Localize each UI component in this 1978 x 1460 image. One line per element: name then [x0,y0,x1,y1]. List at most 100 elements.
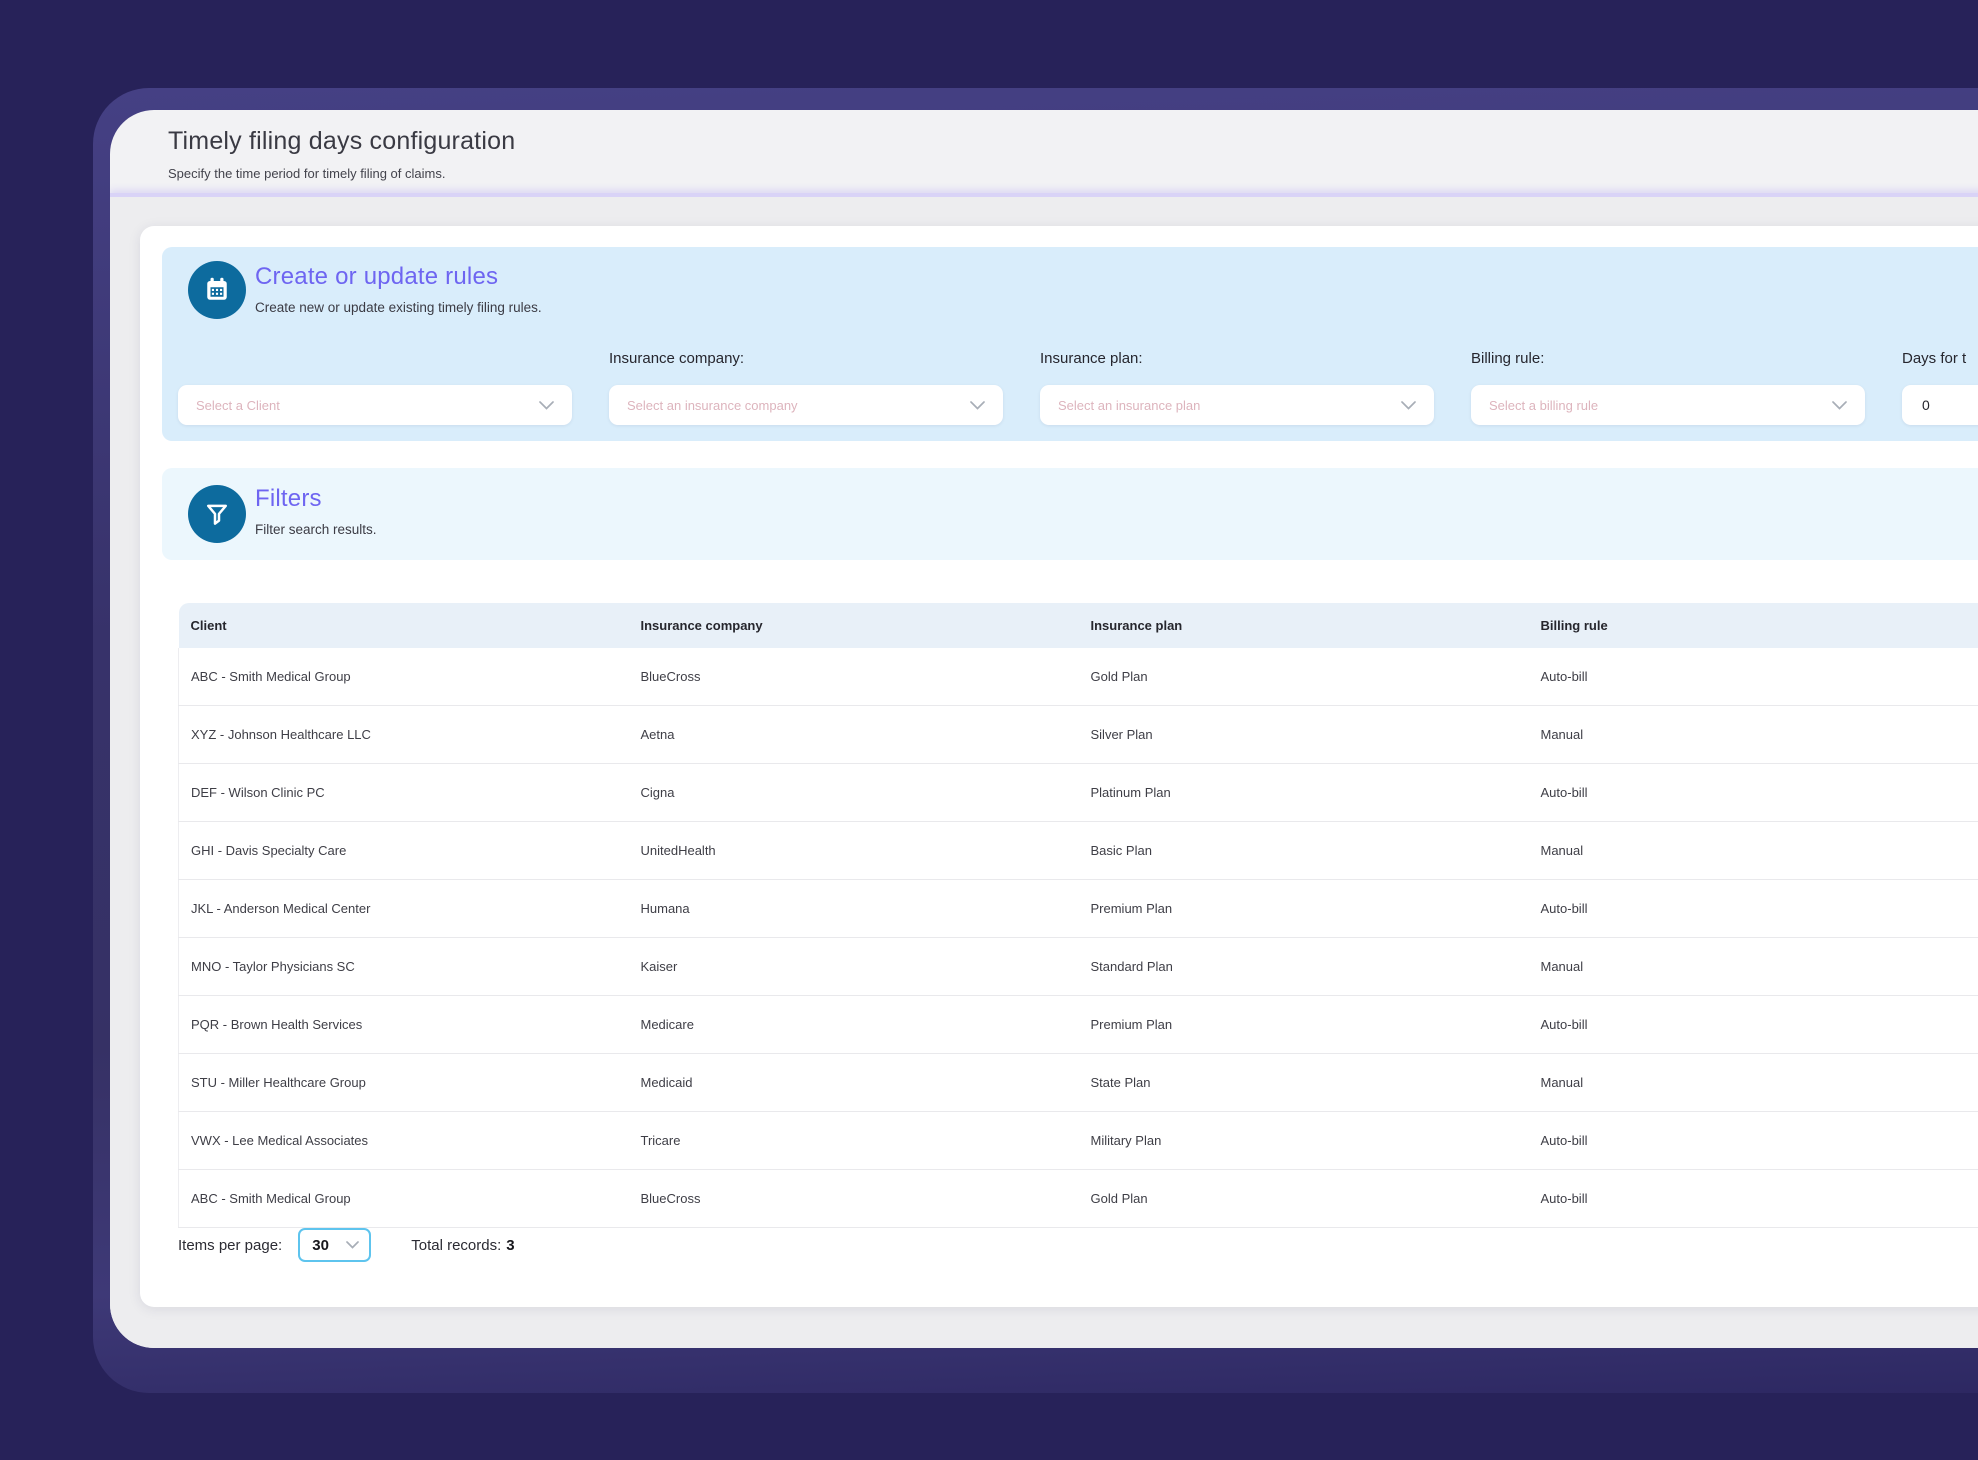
items-per-page-label: Items per page: [178,1236,283,1254]
table-cell: GHI - Davis Specialty Care [178,821,641,880]
table-cell: Premium Plan [1090,995,1541,1054]
table-row: ABC - Smith Medical Group BlueCross Gold P… [178,1169,1978,1228]
table-row: XYZ - Johnson Healthcare LLC Aetna Silver … [178,705,1978,764]
insurance-plan-label: Insurance plan: [1040,350,1143,367]
table-cell: Humana [640,879,1091,938]
table-cell: Manual [1540,821,1978,880]
funnel-icon [188,485,246,543]
client-field-label [178,349,572,369]
table-cell: ABC - Smith Medical Group [178,648,641,706]
table-cell: Aetna [640,705,1091,764]
table-cell: DEF - Wilson Clinic PC [178,763,641,822]
column-header-billing-rule: Billing rule [1540,603,1978,648]
table-cell: Auto-bill [1540,879,1978,938]
table-cell: BlueCross [640,648,1091,706]
table-cell: UnitedHealth [640,821,1091,880]
table-cell: Auto-bill [1540,648,1978,706]
table-cell: State Plan [1090,1053,1541,1112]
pagination-bar: Items per page: 30 Total records: 3 [178,1227,515,1263]
table-cell: ABC - Smith Medical Group [178,1169,641,1228]
total-records-value: 3 [506,1236,515,1254]
app-window: Timely filing days configuration Specify… [110,110,1978,1348]
items-per-page-select[interactable]: 30 [298,1228,372,1262]
chevron-down-icon [1401,400,1416,410]
rules-table: Client Insurance company Insurance plan … [178,603,1978,1228]
table-cell: Tricare [640,1111,1091,1170]
billing-rule-placeholder: Select a billing rule [1489,397,1599,413]
table-cell: Cigna [640,763,1091,822]
billing-rule-field: Billing rule: Select a billing rule [1471,349,1865,425]
chevron-down-icon [539,400,554,410]
insurance-plan-select[interactable]: Select an insurance plan [1040,385,1434,425]
filters-title: Filters [255,485,322,512]
table-row: GHI - Davis Specialty Care UnitedHealth Ba… [178,821,1978,880]
table-cell: Standard Plan [1090,937,1541,996]
insurance-company-field: Insurance company: Select an insurance c… [609,349,1003,425]
table-row: STU - Miller Healthcare Group Medicaid Sta… [178,1053,1978,1112]
table-row: JKL - Anderson Medical Center Humana Premi… [178,879,1978,938]
table-cell: MNO - Taylor Physicians SC [178,937,641,996]
chevron-down-icon [1832,400,1847,410]
table-cell: XYZ - Johnson Healthcare LLC [178,705,641,764]
table-cell: Basic Plan [1090,821,1541,880]
items-per-page-value: 30 [312,1236,329,1254]
calendar-icon [188,261,246,319]
table-cell: Silver Plan [1090,705,1541,764]
chevron-down-icon [346,1241,360,1249]
page-body: Create or update rules Create new or upd… [110,197,1978,1348]
table-cell: Kaiser [640,937,1091,996]
days-field: Days for t 0 [1902,349,1978,425]
insurance-company-placeholder: Select an insurance company [627,397,798,413]
page-header: Timely filing days configuration Specify… [110,110,1978,193]
total-records-label: Total records: 3 [411,1236,515,1254]
table-cell: Manual [1540,937,1978,996]
table-cell: VWX - Lee Medical Associates [178,1111,641,1170]
table-cell: Medicaid [640,1053,1091,1112]
table-cell: Gold Plan [1090,1169,1541,1228]
create-rules-title: Create or update rules [255,263,499,290]
create-rules-panel: Create or update rules Create new or upd… [162,247,1978,441]
column-header-insurance-plan: Insurance plan [1090,603,1541,648]
table-cell: JKL - Anderson Medical Center [178,879,641,938]
table-cell: Premium Plan [1090,879,1541,938]
table-row: MNO - Taylor Physicians SC Kaiser Standard… [178,937,1978,996]
table-cell: Manual [1540,1053,1978,1112]
client-field: Select a Client [178,349,572,425]
table-cell: Manual [1540,705,1978,764]
table-cell: Auto-bill [1540,1111,1978,1170]
billing-rule-label: Billing rule: [1471,350,1545,367]
table-row: PQR - Brown Health Services Medicare Premi… [178,995,1978,1054]
column-header-insurance-company: Insurance company [640,603,1091,648]
days-input[interactable]: 0 [1902,385,1978,425]
table-cell: Gold Plan [1090,648,1541,706]
table-cell: Auto-bill [1540,763,1978,822]
table-cell: STU - Miller Healthcare Group [178,1053,641,1112]
table-cell: Auto-bill [1540,1169,1978,1228]
billing-rule-select[interactable]: Select a billing rule [1471,385,1865,425]
page-subtitle: Specify the time period for timely filin… [168,166,446,181]
filters-panel: Filters Filter search results. [162,468,1978,560]
page-title: Timely filing days configuration [168,127,516,155]
insurance-plan-placeholder: Select an insurance plan [1058,397,1201,413]
table-cell: BlueCross [640,1169,1091,1228]
filters-subtitle: Filter search results. [255,522,377,537]
column-header-client: Client [178,603,641,648]
table-body: ABC - Smith Medical Group BlueCross Gold P… [178,648,1978,1228]
client-select-placeholder: Select a Client [196,397,280,413]
client-select[interactable]: Select a Client [178,385,572,425]
table-header-row: Client Insurance company Insurance plan … [178,603,1978,648]
insurance-plan-field: Insurance plan: Select an insurance plan [1040,349,1434,425]
table-row: ABC - Smith Medical Group BlueCross Gold P… [178,648,1978,706]
table-row: VWX - Lee Medical Associates Tricare Milit… [178,1111,1978,1170]
table-cell: PQR - Brown Health Services [178,995,641,1054]
table-cell: Auto-bill [1540,995,1978,1054]
table-cell: Military Plan [1090,1111,1541,1170]
create-rules-subtitle: Create new or update existing timely fil… [255,300,542,315]
table-cell: Platinum Plan [1090,763,1541,822]
table-row: DEF - Wilson Clinic PC Cigna Platinum Plan… [178,763,1978,822]
insurance-company-select[interactable]: Select an insurance company [609,385,1003,425]
rule-form-row: Select a Client Insurance company: Selec… [178,349,1978,425]
days-field-label: Days for t [1902,350,1967,367]
content-card: Create or update rules Create new or upd… [140,226,1978,1307]
insurance-company-label: Insurance company: [609,350,745,367]
